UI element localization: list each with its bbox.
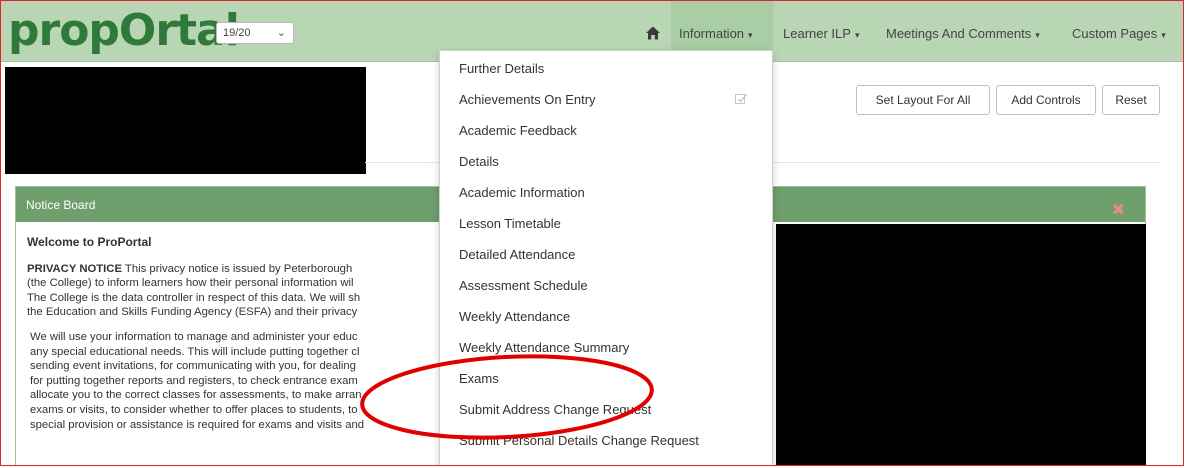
menu-item-assessment-schedule[interactable]: Assessment Schedule bbox=[440, 270, 772, 301]
caret-down-icon: ▾ bbox=[854, 30, 860, 40]
app-frame: propOrtal 19/20 ⌄ Information ▾ Learner I… bbox=[0, 0, 1184, 466]
usage-line: allocate you to the correct classes for … bbox=[30, 389, 362, 402]
nav-learner-ilp[interactable]: Learner ILP ▾ bbox=[783, 1, 859, 61]
privacy-line: (the College) to inform learners how the… bbox=[27, 277, 354, 290]
privacy-paragraph: PRIVACY NOTICE This privacy notice is is… bbox=[27, 262, 447, 320]
menu-item-details[interactable]: Details bbox=[440, 146, 772, 177]
nav-custom-pages[interactable]: Custom Pages ▾ bbox=[1072, 1, 1166, 61]
usage-line: exams or visits, to consider whether to … bbox=[30, 403, 358, 416]
information-dropdown-menu: Further Details Achievements On Entry Ac… bbox=[439, 50, 773, 465]
caret-down-icon: ▾ bbox=[1161, 30, 1166, 40]
academic-year-select[interactable]: 19/20 ⌄ bbox=[216, 22, 294, 44]
menu-item-submit-add-contact-change-request[interactable]: Submit Add Contact Change Request bbox=[440, 456, 772, 465]
nav-meetings-and-comments[interactable]: Meetings And Comments ▾ bbox=[886, 1, 1040, 61]
edit-check-icon bbox=[735, 94, 748, 104]
menu-item-submit-personal-details-change-request[interactable]: Submit Personal Details Change Request bbox=[440, 425, 772, 456]
notice-board-title: Notice Board bbox=[26, 198, 96, 212]
welcome-heading: Welcome to ProPortal bbox=[27, 235, 152, 249]
set-layout-for-all-button[interactable]: Set Layout For All bbox=[856, 85, 990, 115]
menu-item-further-details[interactable]: Further Details bbox=[440, 53, 772, 84]
home-icon[interactable] bbox=[645, 25, 661, 41]
proportal-logo[interactable]: propOrtal bbox=[8, 5, 240, 57]
nav-meetings-label: Meetings And Comments bbox=[886, 26, 1032, 41]
nav-learner-ilp-label: Learner ILP bbox=[783, 26, 851, 41]
usage-line: any special educational needs. This will… bbox=[30, 345, 360, 358]
chevron-down-icon: ⌄ bbox=[276, 27, 286, 39]
menu-item-submit-address-change-request[interactable]: Submit Address Change Request bbox=[440, 394, 772, 425]
usage-paragraph: We will use your information to manage a… bbox=[27, 330, 447, 432]
menu-item-detailed-attendance[interactable]: Detailed Attendance bbox=[440, 239, 772, 270]
notice-board-body: Welcome to ProPortal PRIVACY NOTICE This… bbox=[27, 235, 447, 442]
redacted-content bbox=[776, 224, 1146, 465]
menu-item-academic-feedback[interactable]: Academic Feedback bbox=[440, 115, 772, 146]
privacy-line: the Education and Skills Funding Agency … bbox=[27, 306, 358, 319]
redacted-profile bbox=[5, 67, 366, 174]
menu-item-exams[interactable]: Exams bbox=[440, 363, 772, 394]
usage-line: We will use your information to manage a… bbox=[30, 330, 358, 343]
nav-information-label: Information bbox=[679, 26, 745, 41]
menu-item-academic-information[interactable]: Academic Information bbox=[440, 177, 772, 208]
privacy-heading: PRIVACY NOTICE bbox=[27, 262, 122, 275]
menu-item-lesson-timetable[interactable]: Lesson Timetable bbox=[440, 208, 772, 239]
usage-line: for putting together reports and registe… bbox=[30, 374, 358, 387]
add-controls-button[interactable]: Add Controls bbox=[996, 85, 1096, 115]
caret-down-icon: ▾ bbox=[748, 30, 753, 40]
privacy-line: This privacy notice is issued by Peterbo… bbox=[122, 262, 353, 275]
menu-item-weekly-attendance-summary[interactable]: Weekly Attendance Summary bbox=[440, 332, 772, 363]
nav-custom-pages-label: Custom Pages bbox=[1072, 26, 1158, 41]
reset-button[interactable]: Reset bbox=[1102, 85, 1160, 115]
menu-item-label: Achievements On Entry bbox=[459, 92, 596, 107]
academic-year-value: 19/20 bbox=[223, 27, 251, 39]
privacy-line: The College is the data controller in re… bbox=[27, 291, 361, 304]
usage-line: sending event invitations, for communica… bbox=[30, 360, 356, 373]
usage-line: special provision or assistance is requi… bbox=[30, 418, 365, 431]
menu-item-weekly-attendance[interactable]: Weekly Attendance bbox=[440, 301, 772, 332]
menu-item-achievements-on-entry[interactable]: Achievements On Entry bbox=[440, 84, 772, 115]
caret-down-icon: ▾ bbox=[1035, 30, 1040, 40]
